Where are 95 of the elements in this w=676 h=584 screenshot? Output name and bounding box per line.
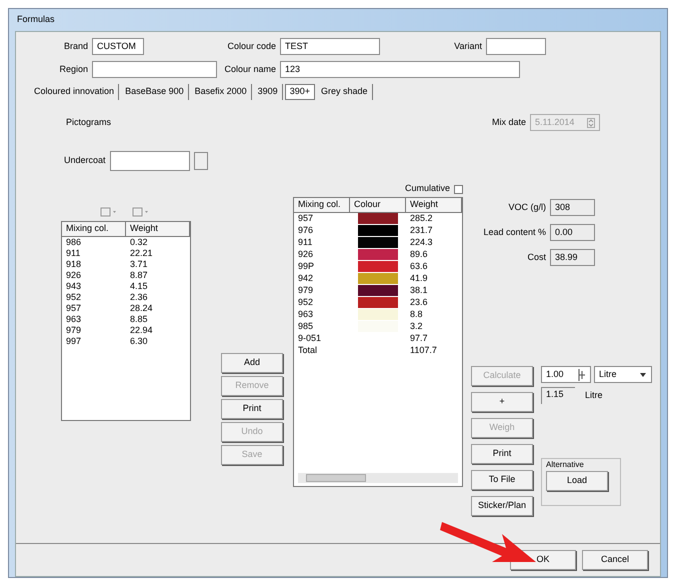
unit-dropdown[interactable]: Litre: [594, 366, 652, 383]
table-cell-text: 97.7: [409, 332, 429, 345]
table-cell-text: 952: [65, 292, 82, 302]
table-cell-text: 0.32: [129, 236, 149, 248]
table-cell-text: 3.2: [409, 320, 424, 333]
column-header[interactable]: Mixing col.: [294, 198, 350, 212]
tab[interactable]: Coloured innovation: [30, 84, 120, 100]
table-cell-text: 6.30: [129, 336, 149, 346]
table-cell-text: 911: [297, 236, 314, 249]
field-label: Colour code: [226, 40, 276, 53]
table-cell-text: 979: [65, 324, 82, 336]
result-field: 1.15: [541, 387, 575, 404]
field-label: Region: [58, 62, 88, 76]
tab[interactable]: 3909: [254, 84, 283, 100]
tab[interactable]: BaseBase 900: [121, 84, 189, 100]
tab[interactable]: 390+: [284, 84, 315, 100]
input-field[interactable]: [92, 61, 217, 78]
table-cell-text: 8.87: [129, 270, 149, 280]
input-field[interactable]: [110, 151, 190, 171]
table-cell-text: 28.24: [129, 302, 154, 314]
table-cell-text: 942: [297, 272, 314, 285]
table-cell-text: 1107.7: [409, 344, 438, 357]
table-cell-text: 38.1: [409, 284, 429, 297]
table-cell-text: 957: [297, 212, 314, 225]
table-cell-text: 231.7: [409, 224, 434, 237]
unit-label: Litre: [585, 388, 603, 402]
column-header[interactable]: Weight: [126, 222, 190, 236]
field-label: Brand: [62, 40, 88, 53]
table-cell-text: 997: [65, 336, 82, 346]
input-field[interactable]: [486, 38, 546, 55]
table-cell-text: 963: [65, 314, 82, 324]
table-cell-text: 41.9: [409, 272, 429, 285]
table-cell-text: 63.6: [409, 260, 429, 273]
table-cell-text: 22.94: [129, 324, 154, 336]
window-title: Formulas: [17, 13, 55, 26]
tab[interactable]: Grey shade: [316, 84, 372, 100]
dialog-button[interactable]: Load: [546, 471, 608, 491]
table-cell-text: 986: [65, 236, 82, 248]
horizontal-scrollbar[interactable]: [298, 473, 458, 483]
field-label: Undercoat: [64, 154, 106, 168]
column-header[interactable]: Mixing col.: [62, 222, 126, 236]
input-field[interactable]: 38.99: [550, 249, 595, 266]
field-label: Mix date: [492, 116, 526, 129]
dialog-button[interactable]: +: [471, 392, 533, 412]
table-cell-text: 985: [297, 320, 314, 333]
table-cell-text: 4.15: [129, 280, 149, 292]
input-field[interactable]: 0.00: [550, 224, 595, 241]
table-cell-text: 89.6: [409, 248, 429, 261]
input-field[interactable]: CUSTOM: [92, 38, 144, 55]
quantity-spinner[interactable]: 1.00: [541, 366, 591, 383]
table-cell-text: 926: [297, 248, 314, 261]
table-cell-text: 918: [65, 258, 82, 270]
table-cell-text: 911: [65, 248, 82, 258]
checkbox[interactable]: [454, 184, 463, 194]
spin-icon[interactable]: [578, 368, 586, 380]
table-cell-text: 2.36: [129, 292, 149, 302]
dialog-button[interactable]: Sticker/Plan: [471, 496, 533, 516]
checkbox-label: Cumulative: [404, 182, 450, 196]
table-cell-text: 963: [297, 308, 314, 321]
table-cell-text: 926: [65, 270, 82, 280]
table-cell-text: 976: [297, 224, 314, 237]
browse-button[interactable]: [194, 152, 208, 170]
table-cell-text: 99P: [297, 260, 316, 273]
table-cell-text: 8.85: [129, 314, 149, 324]
table-cell-text: 943: [65, 280, 82, 292]
table-cell-text: 285.2: [409, 212, 434, 225]
table-cell-text: 952: [297, 296, 314, 309]
input-field[interactable]: 308: [550, 199, 595, 216]
table-cell-text: 224.3: [409, 236, 434, 249]
table-cell-text: 3.71: [129, 258, 149, 270]
dialog-button[interactable]: Add: [221, 353, 283, 373]
table-cell-text: 8.8: [409, 308, 424, 321]
table-cell-text: 23.6: [409, 296, 429, 309]
dialog-button[interactable]: To File: [471, 470, 533, 490]
field-label: Colour name: [223, 62, 276, 76]
dropdown-icon[interactable]: [639, 370, 647, 378]
input-field[interactable]: TEST: [280, 38, 380, 55]
column-header[interactable]: Weight: [406, 198, 462, 212]
dialog-button[interactable]: Print: [221, 399, 283, 419]
field-label: Variant: [453, 40, 482, 53]
section-label: Pictograms: [66, 116, 112, 129]
column-header[interactable]: Colour: [350, 198, 406, 212]
dialog-button[interactable]: Print: [471, 444, 533, 464]
field-label: Lead content %: [482, 226, 546, 239]
table-cell-text: 957: [65, 302, 82, 314]
table-cell-text: Total: [297, 344, 318, 357]
table-cell-text: 9-051: [297, 332, 322, 345]
input-field[interactable]: 123: [280, 61, 520, 78]
table-cell-text: 22.21: [129, 248, 154, 258]
field-label: Cost: [526, 250, 546, 264]
table-cell-text: 979: [297, 284, 314, 297]
group-title: Alternative: [546, 459, 585, 471]
field-label: VOC (g/l): [507, 200, 546, 214]
tab[interactable]: Basefix 2000: [190, 84, 252, 100]
dialog-button[interactable]: Cancel: [582, 550, 648, 570]
